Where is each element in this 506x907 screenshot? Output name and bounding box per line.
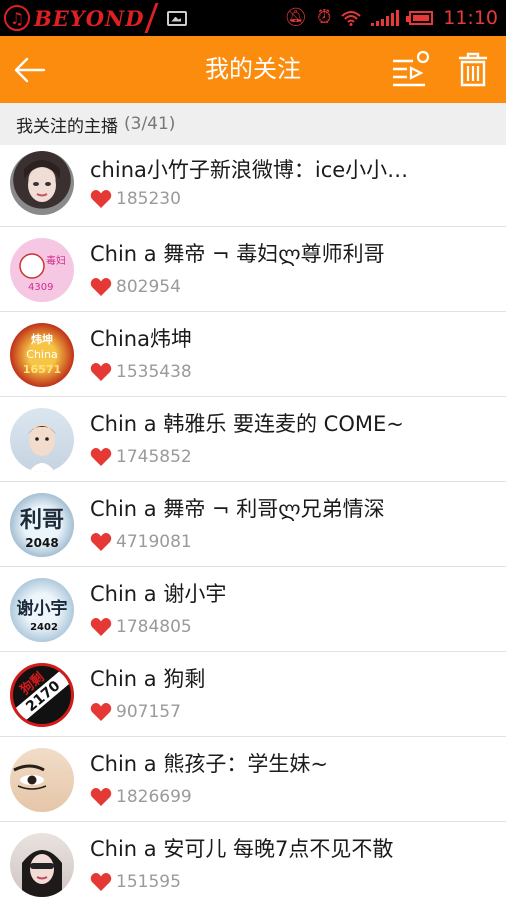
svg-text:谢小宇: 谢小宇: [17, 598, 68, 619]
svg-text:利哥: 利哥: [20, 508, 64, 533]
heart-icon: [90, 278, 112, 296]
avatar[interactable]: [10, 408, 74, 472]
popularity-count: 1826699: [116, 787, 192, 807]
popularity: 1784805: [90, 617, 192, 637]
anchor-name: china小竹子新浪微博：ice小小…: [90, 158, 409, 182]
svg-text:炜坤: 炜坤: [31, 332, 53, 346]
heart-icon: [90, 190, 112, 208]
back-button[interactable]: [10, 50, 50, 90]
popularity: 1826699: [90, 787, 192, 807]
signal-icon: [371, 10, 400, 26]
battery-icon: [406, 11, 434, 25]
avatar[interactable]: 谢小宇 2402: [10, 578, 74, 642]
heart-icon: [90, 873, 112, 891]
avatar-photo: [24, 160, 60, 202]
avatar-photo: [22, 850, 62, 897]
popularity: 185230: [90, 189, 181, 209]
list-item[interactable]: 谢小宇 2402 Chin a 谢小宇 1784805: [0, 567, 506, 652]
popularity: 1535438: [90, 362, 192, 382]
svg-text:China: China: [26, 348, 57, 361]
avatar[interactable]: 2170 狗剩: [10, 663, 74, 727]
brand-logo: ♫ BEYOND: [0, 0, 159, 36]
avatar-art: 谢小宇 2402: [17, 598, 68, 633]
heart-icon: [90, 703, 112, 721]
avatar[interactable]: 炜坤 China 16571: [10, 323, 74, 387]
popularity: 907157: [90, 702, 181, 722]
popularity-count: 1535438: [116, 362, 192, 382]
avatar[interactable]: 利哥 2048: [10, 493, 74, 557]
popularity-count: 907157: [116, 702, 181, 722]
playlist-button[interactable]: [387, 50, 431, 90]
popularity: 1745852: [90, 447, 192, 467]
anchor-name: Chin a 舞帝 ¬ 毒妇ლ尊师利哥: [90, 242, 385, 266]
avatar-art: 利哥 2048: [20, 508, 64, 550]
heart-icon: [90, 618, 112, 636]
list-item[interactable]: Chin a 韩雅乐 要连麦的 COME~ 1745852: [0, 397, 506, 482]
playlist-icon: [393, 50, 430, 87]
avatar-art: 炜坤 China 16571: [23, 332, 61, 376]
list-item[interactable]: 2170 狗剩 Chin a 狗剩 907157: [0, 652, 506, 737]
brand-text: BEYOND: [34, 5, 145, 31]
popularity-count: 1745852: [116, 447, 192, 467]
heart-icon: [90, 788, 112, 806]
delete-button[interactable]: [454, 50, 492, 90]
list-item[interactable]: 毒妇 4309 Chin a 舞帝 ¬ 毒妇ლ尊师利哥 802954: [0, 227, 506, 312]
popularity-count: 4719081: [116, 532, 192, 552]
popularity: 4719081: [90, 532, 192, 552]
section-count: (3/41): [124, 114, 176, 134]
trash-icon: [459, 52, 487, 87]
music-note-icon: ♫: [4, 5, 30, 31]
popularity: 151595: [90, 872, 181, 892]
popularity-count: 802954: [116, 277, 181, 297]
alarm-icon: ⏰︎: [317, 7, 332, 28]
heart-icon: [90, 363, 112, 381]
list-item[interactable]: 利哥 2048 Chin a 舞帝 ¬ 利哥ლ兄弟情深 4719081: [0, 482, 506, 567]
section-title: 我关注的主播: [16, 116, 118, 137]
avatar-art: 毒妇 4309: [19, 253, 66, 293]
anchor-name: Chin a 韩雅乐 要连麦的 COME~: [90, 412, 404, 436]
popularity-count: 151595: [116, 872, 181, 892]
anchor-name: Chin a 安可儿 每晚7点不见不散: [90, 837, 394, 861]
heart-icon: [90, 448, 112, 466]
anchor-name: Chin a 熊孩子：学生妹~: [90, 752, 328, 776]
avatar-photo: [28, 424, 56, 472]
svg-text:毒妇: 毒妇: [46, 254, 66, 267]
anchor-name: Chin a 狗剩: [90, 667, 206, 691]
wifi-icon: [341, 11, 361, 26]
avatar-art: 2170 狗剩: [13, 666, 71, 724]
list-item[interactable]: Chin a 安可儿 每晚7点不见不散 151595: [0, 822, 506, 907]
list-item[interactable]: 炜坤 China 16571 China炜坤 1535438: [0, 312, 506, 397]
svg-text:16571: 16571: [23, 363, 61, 376]
avatar[interactable]: [10, 833, 74, 897]
followed-list: china小竹子新浪微博：ice小小… 185230 毒妇 4309 Chin …: [0, 145, 506, 907]
list-item[interactable]: Chin a 熊孩子：学生妹~ 1826699: [0, 737, 506, 822]
brand-slash: [144, 3, 159, 33]
avatar[interactable]: 毒妇 4309: [10, 238, 74, 302]
clock: 11:10: [443, 7, 498, 29]
anchor-name: China炜坤: [90, 327, 192, 351]
list-item[interactable]: china小竹子新浪微博：ice小小… 185230: [0, 145, 506, 227]
popularity-count: 1784805: [116, 617, 192, 637]
popularity: 802954: [90, 277, 181, 297]
svg-text:4309: 4309: [28, 282, 53, 293]
arrow-left-icon: [14, 57, 46, 83]
avatar-photo: [13, 764, 47, 790]
avatar[interactable]: [10, 151, 74, 215]
app-bar: 我的关注: [0, 36, 506, 103]
section-header: 我关注的主播 (3/41): [0, 103, 506, 145]
gallery-icon: [167, 10, 188, 26]
status-bar: ♫ BEYOND 🔕︎ ⏰︎ 11:10: [0, 0, 506, 36]
anchor-name: Chin a 舞帝 ¬ 利哥ლ兄弟情深: [90, 497, 385, 521]
anchor-name: Chin a 谢小宇: [90, 582, 227, 606]
svg-text:2402: 2402: [30, 622, 58, 633]
avatar[interactable]: [10, 748, 74, 812]
mute-icon: 🔕︎: [284, 7, 308, 28]
popularity-count: 185230: [116, 189, 181, 209]
heart-icon: [90, 533, 112, 551]
svg-text:2048: 2048: [25, 536, 58, 550]
